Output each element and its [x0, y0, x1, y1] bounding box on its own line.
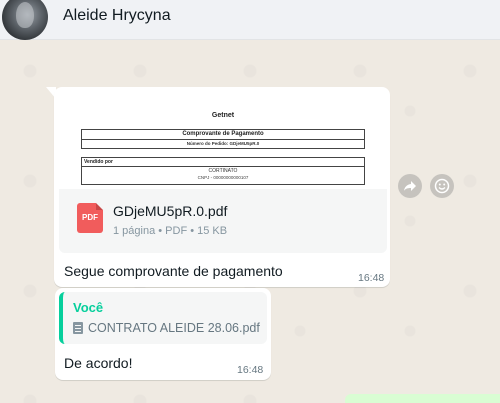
file-attachment[interactable]: PDF GDjeMU5pR.0.pdf 1 página • PDF • 15 …	[59, 189, 387, 253]
preview-box1-heading: Comprovante de Pagamento	[182, 131, 264, 137]
quote-author: Você	[73, 300, 104, 315]
avatar[interactable]	[2, 0, 48, 40]
message-time: 16:48	[237, 364, 264, 376]
chat-header: Aleide Hrycyna	[0, 0, 500, 40]
forward-icon	[404, 181, 416, 191]
preview-divider	[82, 166, 364, 167]
preview-box-seller: Vendido por CORTINATO CNPJ - 00000000000…	[81, 157, 365, 185]
preview-box2-line2: CNPJ - 00000000000107	[197, 175, 249, 180]
quote-file: CONTRATO ALEIDE 28.06.pdf	[73, 321, 260, 335]
outgoing-bubble-edge	[345, 394, 500, 403]
pdf-icon: PDF	[77, 203, 103, 233]
forward-button[interactable]	[398, 174, 422, 198]
document-icon	[73, 322, 83, 334]
message-text: Segue comprovante de pagamento	[64, 263, 283, 279]
quote-file-name: CONTRATO ALEIDE 28.06.pdf	[88, 321, 260, 335]
emoji-icon	[434, 178, 450, 194]
preview-divider	[82, 139, 364, 140]
message-time: 16:48	[358, 272, 385, 284]
quoted-message[interactable]: Você CONTRATO ALEIDE 28.06.pdf	[59, 292, 267, 344]
preview-box1-sub: Número do Pedido: GDjeMU5pR.0	[186, 141, 260, 146]
emoji-reaction-button[interactable]	[430, 174, 454, 198]
message-text: De acordo!	[64, 355, 133, 371]
preview-box-payment: Comprovante de Pagamento Número do Pedid…	[81, 129, 365, 149]
document-preview[interactable]: Getnet Comprovante de Pagamento Número d…	[59, 92, 387, 188]
contact-name[interactable]: Aleide Hrycyna	[63, 7, 171, 25]
preview-box2-heading: Vendido por	[84, 159, 113, 165]
file-meta: 1 página • PDF • 15 KB	[113, 225, 228, 237]
preview-title: Getnet	[211, 112, 235, 119]
file-name: GDjeMU5pR.0.pdf	[113, 203, 228, 219]
preview-box2-line1: CORTINATO	[208, 168, 238, 174]
